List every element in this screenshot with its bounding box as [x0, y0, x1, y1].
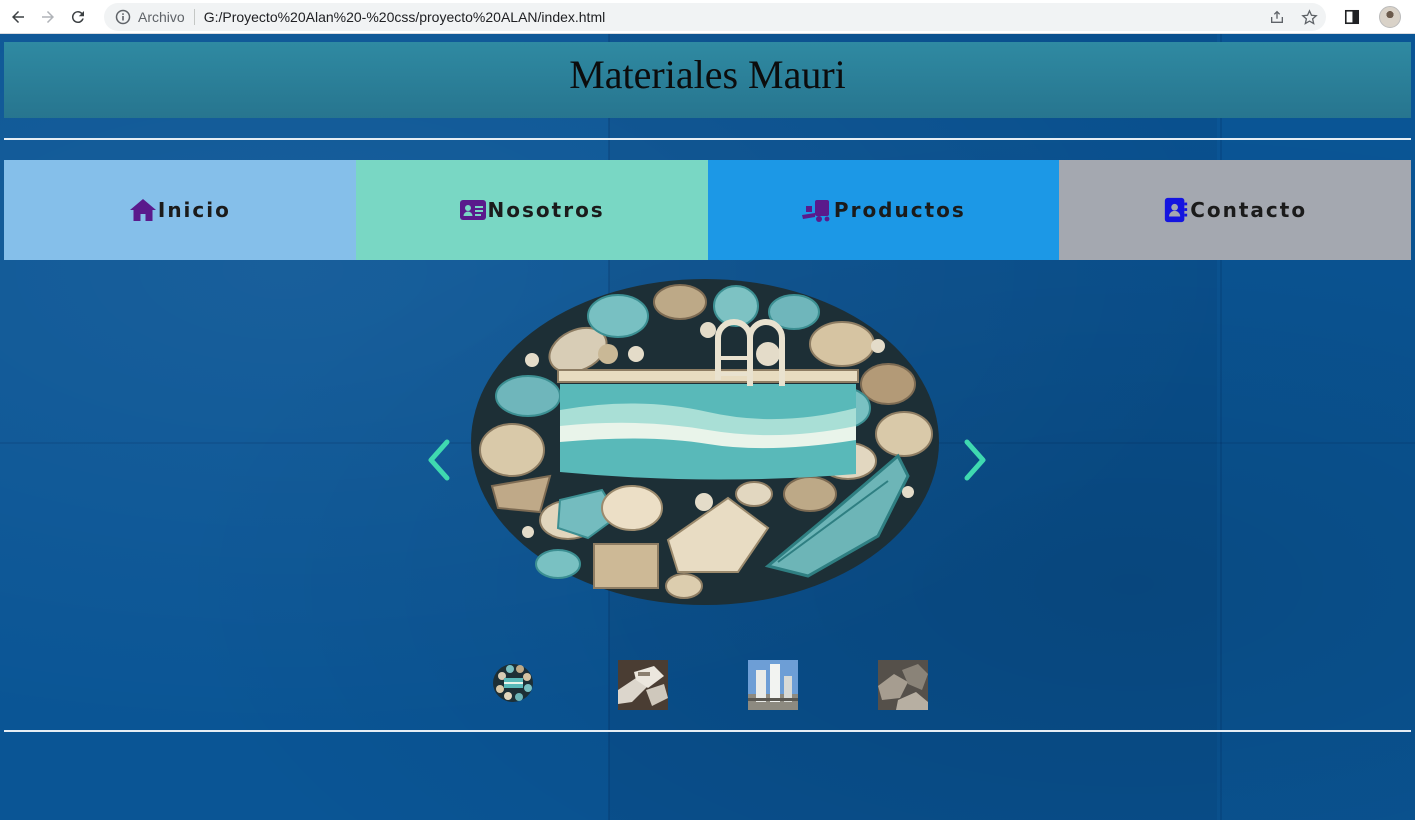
- share-icon[interactable]: [1268, 8, 1286, 26]
- profile-avatar[interactable]: [1379, 6, 1401, 28]
- menu-item-productos[interactable]: Productos: [707, 160, 1060, 260]
- back-icon[interactable]: [6, 5, 30, 29]
- cement-bags-thumbnail[interactable]: [618, 660, 668, 710]
- menu-item-label: Inicio: [157, 198, 231, 222]
- pool-stones-logo: [471, 279, 939, 605]
- divider: [4, 138, 1411, 140]
- menu-item-inicio[interactable]: Inicio: [4, 160, 356, 260]
- site-title: Materiales Mauri: [569, 52, 846, 97]
- logo-thumbnail[interactable]: [490, 660, 540, 710]
- truck-ramp-icon: [801, 200, 830, 222]
- home-icon: [129, 199, 156, 221]
- contact-book-icon: [1165, 197, 1188, 223]
- url-text[interactable]: G:/Proyecto%20Alan%20-%20css/proyecto%20…: [204, 9, 606, 25]
- menu-item-nosotros[interactable]: Nosotros: [355, 160, 708, 260]
- omnibox-divider: [193, 9, 195, 25]
- page-content: Materiales Mauri Inicio Nosotros Product…: [0, 34, 1415, 820]
- forward-icon[interactable]: [36, 5, 60, 29]
- chevron-right-icon[interactable]: [961, 438, 991, 482]
- id-card-icon: [459, 200, 486, 220]
- menu-item-label: Productos: [833, 198, 966, 222]
- menu-item-label: Nosotros: [487, 198, 605, 222]
- protocol-label: Archivo: [138, 9, 185, 25]
- site-header: Materiales Mauri: [4, 42, 1411, 118]
- main-menu: Inicio Nosotros Productos Contacto: [4, 160, 1411, 260]
- star-icon[interactable]: [1300, 8, 1318, 26]
- omnibox-actions: [1268, 8, 1318, 26]
- browser-actions: [1341, 6, 1401, 28]
- image-carousel: [0, 270, 1415, 615]
- silos-thumbnail[interactable]: [748, 660, 798, 710]
- menu-item-contacto[interactable]: Contacto: [1059, 160, 1411, 260]
- reload-icon[interactable]: [66, 5, 90, 29]
- address-bar[interactable]: Archivo G:/Proyecto%20Alan%20-%20css/pro…: [104, 3, 1326, 31]
- sidebar-icon[interactable]: [1341, 6, 1363, 28]
- menu-item-label: Contacto: [1190, 198, 1308, 222]
- stone-pile-thumbnail[interactable]: [878, 660, 928, 710]
- chevron-left-icon[interactable]: [423, 438, 453, 482]
- browser-toolbar: Archivo G:/Proyecto%20Alan%20-%20css/pro…: [0, 0, 1415, 34]
- info-icon[interactable]: [115, 9, 131, 25]
- carousel-thumbnails: [0, 660, 1415, 710]
- divider: [4, 730, 1411, 732]
